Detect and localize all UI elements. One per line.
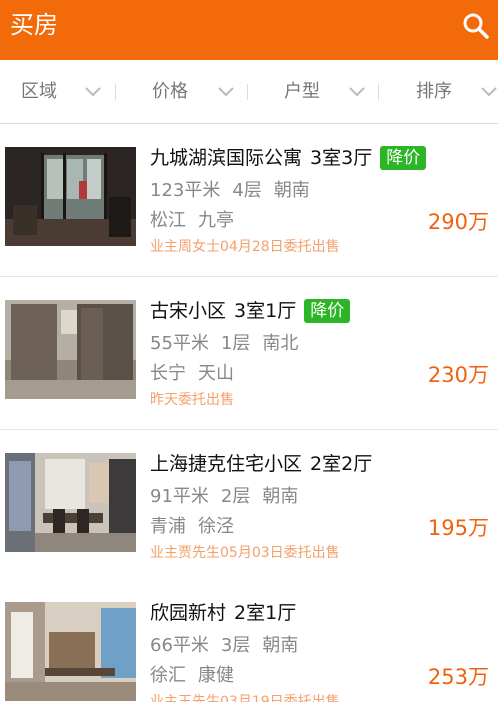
floor: 3层: [220, 635, 251, 656]
district: 松江: [150, 210, 186, 231]
floor: 1层: [220, 333, 251, 354]
room-layout: 2室1厅: [234, 602, 297, 624]
community-name: 古宋小区: [150, 300, 227, 322]
community-name: 上海捷克住宅小区: [150, 453, 303, 475]
orientation: 朝南: [262, 486, 299, 507]
listing-location: 松江 九亭: [150, 209, 234, 233]
divider: [378, 84, 379, 100]
listing-title: 欣园新村 2室1厅: [150, 600, 296, 626]
listing-note: 业主贾先生05月03日委托出售: [150, 545, 340, 561]
subdistrict: 九亭: [198, 210, 234, 231]
room-layout: 2室2厅: [310, 453, 373, 475]
subdistrict: 康健: [198, 665, 234, 686]
orientation: 朝南: [273, 180, 310, 201]
app-header: 买房: [0, 0, 498, 60]
chevron-down-icon: [480, 84, 498, 98]
filter-price[interactable]: 价格: [116, 60, 248, 124]
floor: 2层: [220, 486, 251, 507]
listing-price: 290万: [427, 210, 489, 234]
page-title: 买房: [10, 11, 58, 39]
listing-photo: [5, 300, 136, 399]
community-name: 九城湖滨国际公寓: [150, 147, 303, 169]
listing-specs: 66平米 3层 朝南: [150, 634, 298, 658]
filter-label: 排序: [416, 81, 452, 102]
listing-item[interactable]: 古宋小区 3室1厅 降价 55平米 1层 南北 长宁 天山 230万 昨天委托出售: [0, 278, 498, 430]
filter-sort[interactable]: 排序: [380, 60, 498, 124]
filter-layout[interactable]: 户型: [248, 60, 379, 124]
listing-location: 长宁 天山: [150, 362, 234, 386]
community-name: 欣园新村: [150, 602, 227, 624]
area: 66平米: [150, 635, 209, 656]
chevron-down-icon: [84, 84, 102, 98]
filter-label: 价格: [152, 81, 188, 102]
listing-specs: 91平米 2层 朝南: [150, 485, 298, 509]
orientation: 南北: [262, 333, 299, 354]
filter-region[interactable]: 区域: [0, 60, 125, 124]
listing-item[interactable]: 上海捷克住宅小区 2室2厅 91平米 2层 朝南 青浦 徐泾 195万 业主贾先生05月…: [0, 431, 498, 583]
area: 123平米: [150, 180, 221, 201]
filter-label: 户型: [284, 81, 320, 102]
subdistrict: 徐泾: [198, 516, 234, 537]
orientation: 朝南: [262, 635, 299, 656]
area: 91平米: [150, 486, 209, 507]
listing-note: 昨天委托出售: [150, 392, 234, 408]
listing-item[interactable]: 欣园新村 2室1厅 66平米 3层 朝南 徐汇 康健 253万 业主王先生03月19日委…: [0, 580, 498, 702]
search-icon[interactable]: [462, 12, 490, 40]
listing-price: 230万: [427, 363, 489, 387]
chevron-down-icon: [217, 84, 235, 98]
listing-title: 上海捷克住宅小区 2室2厅: [150, 451, 372, 477]
price-drop-badge: 降价: [304, 299, 351, 323]
chevron-down-icon: [348, 84, 366, 98]
filter-label: 区域: [21, 81, 57, 102]
room-layout: 3室1厅: [234, 300, 297, 322]
listing-price: 195万: [427, 516, 489, 540]
listing-title: 古宋小区 3室1厅 降价: [150, 298, 351, 324]
price-drop-badge: 降价: [380, 146, 427, 170]
listing-price: 253万: [427, 665, 489, 689]
listing-photo: [5, 147, 136, 246]
floor: 4层: [232, 180, 262, 201]
district: 青浦: [150, 516, 186, 537]
listing-location: 徐汇 康健: [150, 664, 234, 688]
listing-note: 业主王先生03月19日委托出售: [150, 694, 340, 702]
listing-specs: 55平米 1层 南北: [150, 332, 298, 356]
listing-specs: 123平米 4层 朝南: [150, 179, 310, 203]
filter-bar: 区域 价格 户型 排序: [0, 60, 498, 124]
listing-item[interactable]: 九城湖滨国际公寓 3室3厅 降价 123平米 4层 朝南 松江 九亭 290万 业主周女士…: [0, 125, 498, 277]
subdistrict: 天山: [198, 363, 234, 384]
listing-title: 九城湖滨国际公寓 3室3厅 降价: [150, 145, 427, 171]
listing-location: 青浦 徐泾: [150, 515, 234, 539]
listing-note: 业主周女士04月28日委托出售: [150, 239, 340, 255]
district: 长宁: [150, 363, 186, 384]
district: 徐汇: [150, 665, 186, 686]
room-layout: 3室3厅: [310, 147, 373, 169]
listing-photo: [5, 602, 136, 701]
listing-photo: [5, 453, 136, 552]
area: 55平米: [150, 333, 209, 354]
